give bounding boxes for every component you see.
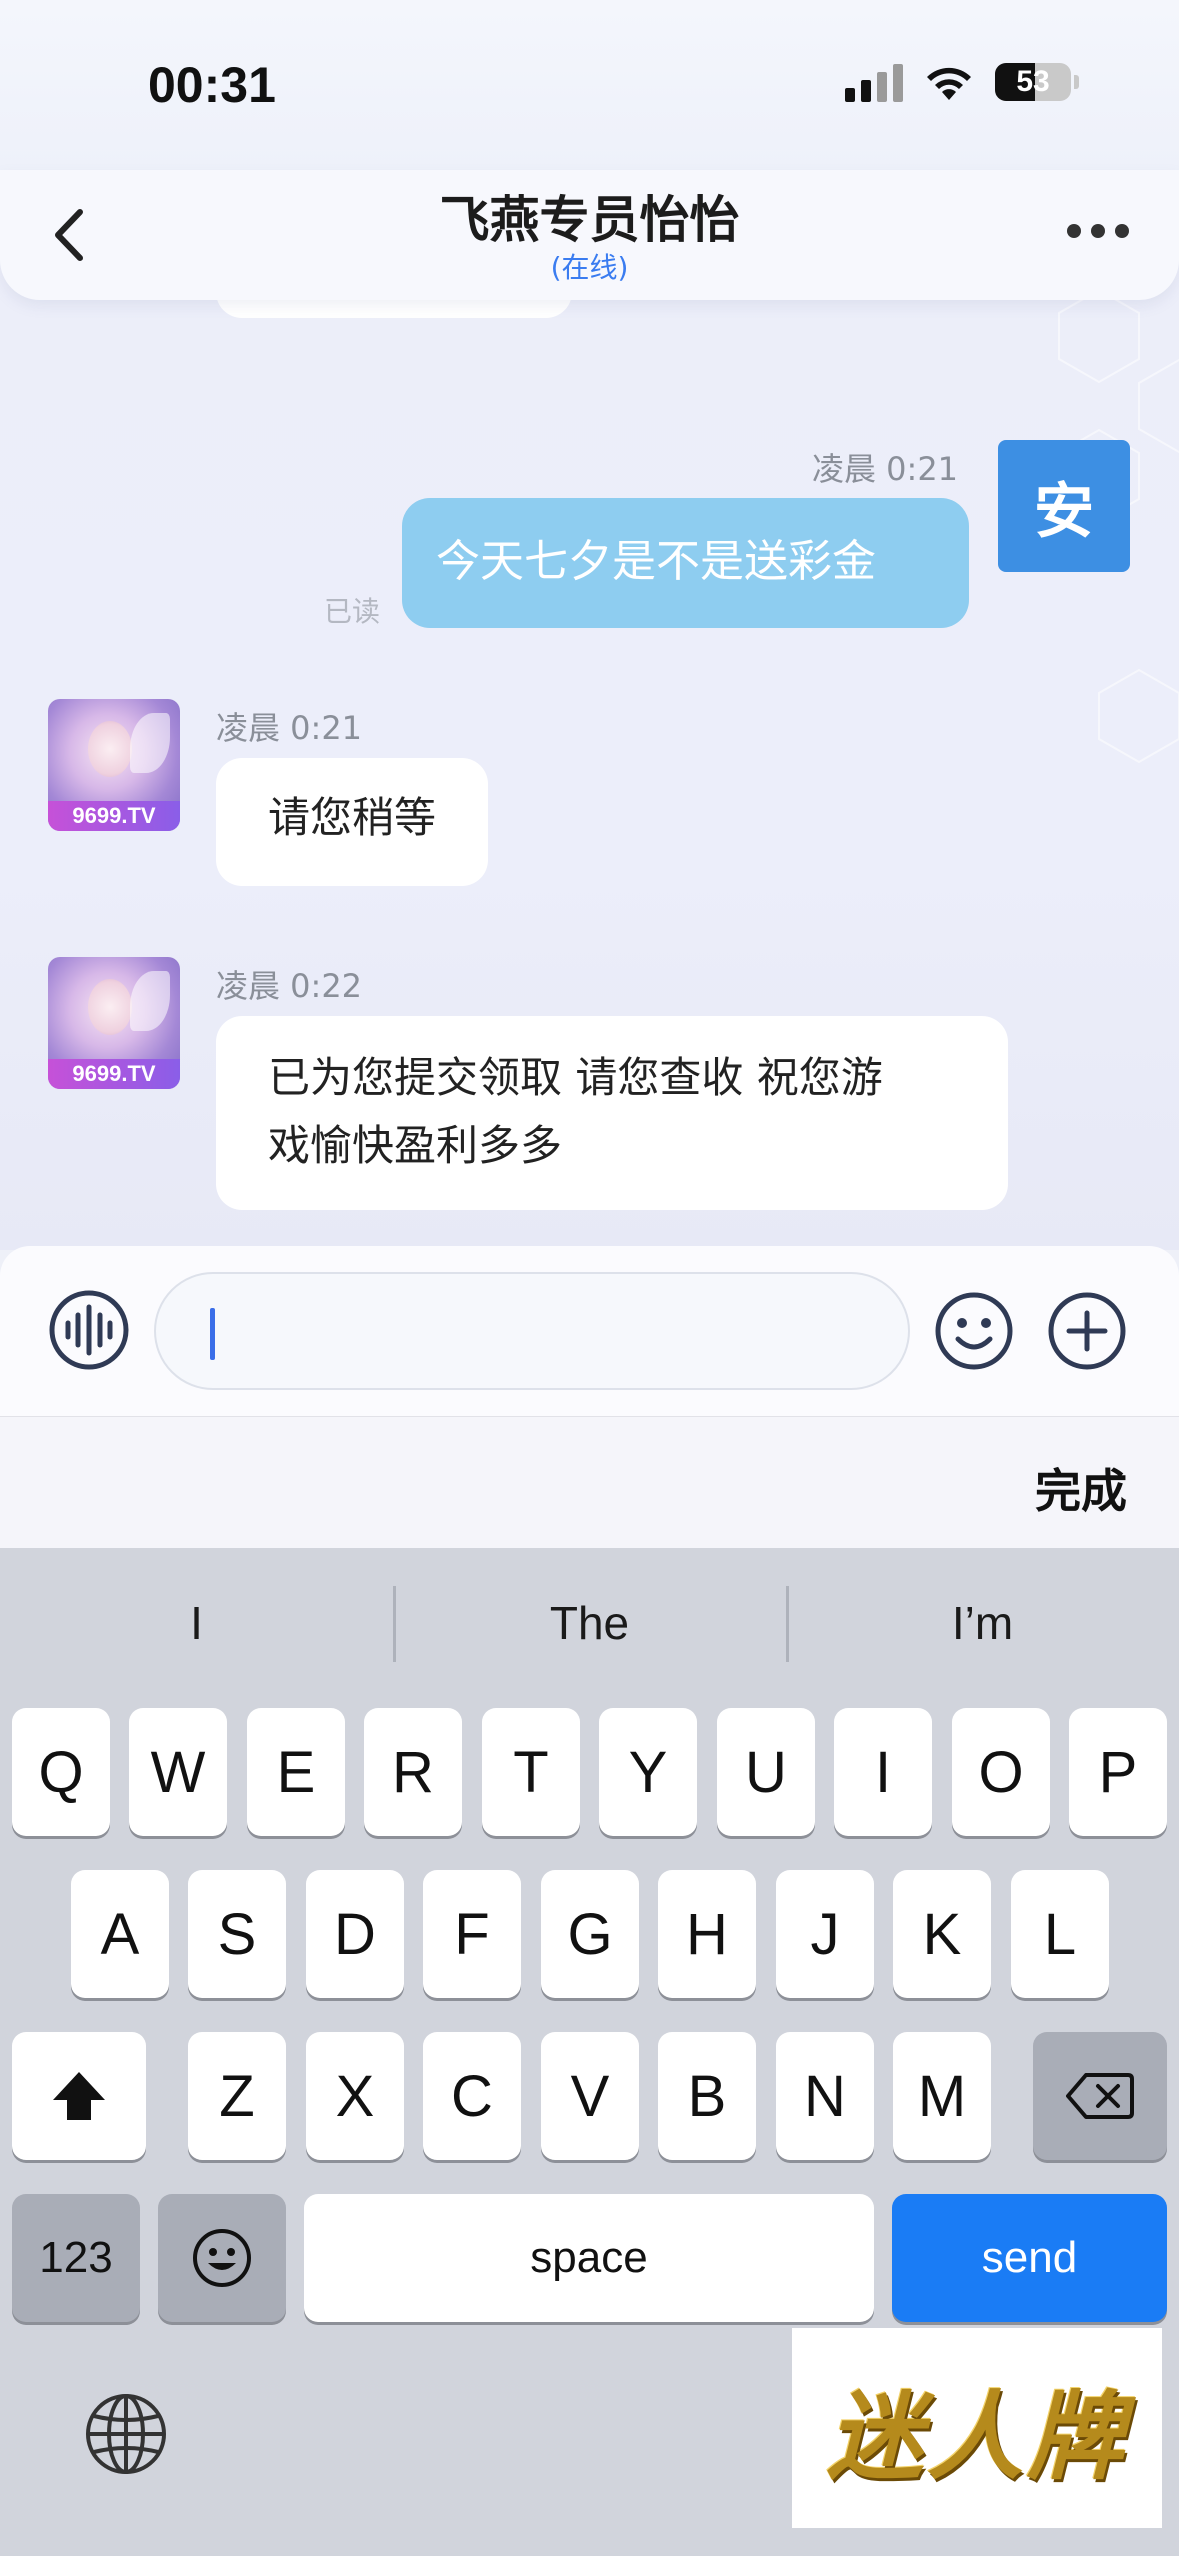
more-options-button[interactable]	[1057, 214, 1139, 248]
keyboard-accessory-bar: 完成	[0, 1416, 1179, 1548]
delete-key[interactable]	[1033, 2032, 1167, 2160]
key[interactable]: B	[658, 2032, 756, 2160]
cellular-signal-icon	[845, 62, 903, 102]
key[interactable]: S	[188, 1870, 286, 1998]
self-avatar[interactable]: 安	[998, 440, 1130, 572]
read-status: 已读	[324, 595, 381, 628]
chat-title: 飞燕专员怡怡	[439, 191, 740, 249]
incoming-message-time: 凌晨 0:21	[216, 709, 363, 747]
battery-level: 53	[1016, 65, 1050, 98]
wifi-icon	[927, 67, 971, 100]
agent-avatar[interactable]: 9699.TV	[48, 699, 180, 831]
watermark-text: 迷人牌	[827, 2379, 1127, 2493]
key[interactable]: C	[423, 2032, 521, 2160]
key[interactable]: U	[717, 1708, 815, 1836]
key[interactable]: R	[364, 1708, 462, 1836]
dot-icon	[1091, 224, 1105, 238]
chat-header: 飞燕专员怡怡 (在线)	[0, 170, 1179, 300]
message-input-bar	[0, 1246, 1179, 1416]
key[interactable]: G	[541, 1870, 639, 1998]
numbers-key[interactable]: 123	[12, 2194, 140, 2322]
suggestion-item[interactable]: The	[393, 1548, 786, 1698]
battery-tip	[1074, 75, 1079, 89]
battery-icon: 53	[995, 63, 1071, 101]
key[interactable]: V	[541, 2032, 639, 2160]
key[interactable]: H	[658, 1870, 756, 1998]
online-status: (在线)	[550, 251, 629, 284]
avatar-badge: 9699.TV	[48, 1059, 180, 1089]
add-attachment-icon[interactable]	[1047, 1291, 1127, 1371]
emoji-icon[interactable]	[934, 1291, 1014, 1371]
key[interactable]: L	[1011, 1870, 1109, 1998]
status-time: 00:31	[148, 57, 276, 113]
message-input[interactable]	[154, 1272, 910, 1390]
watermark-logo: 迷人牌	[792, 2328, 1162, 2528]
message-line: 戏愉快盈利多多	[268, 1121, 563, 1170]
suggestion-item[interactable]: I’m	[786, 1548, 1179, 1698]
suggestion-item[interactable]: I	[0, 1548, 393, 1698]
key[interactable]: F	[423, 1870, 521, 1998]
done-button[interactable]: 完成	[1035, 1455, 1127, 1521]
key[interactable]: D	[306, 1870, 404, 1998]
key[interactable]: I	[834, 1708, 932, 1836]
key[interactable]: Z	[188, 2032, 286, 2160]
key[interactable]: M	[893, 2032, 991, 2160]
outgoing-message-time: 凌晨 0:21	[812, 450, 959, 488]
key[interactable]: Q	[12, 1708, 110, 1836]
shift-icon	[53, 2072, 105, 2120]
incoming-message-time: 凌晨 0:22	[216, 967, 363, 1005]
key[interactable]: W	[129, 1708, 227, 1836]
voice-input-icon[interactable]	[48, 1289, 130, 1371]
backspace-icon	[1066, 2073, 1134, 2119]
key[interactable]: A	[71, 1870, 169, 1998]
send-key[interactable]: send	[892, 2194, 1167, 2322]
key[interactable]: T	[482, 1708, 580, 1836]
space-key[interactable]: space	[304, 2194, 874, 2322]
incoming-message-bubble[interactable]: 已为您提交领取 请您查收 祝您游 戏愉快盈利多多	[216, 1016, 1008, 1210]
key[interactable]: J	[776, 1870, 874, 1998]
emoji-key[interactable]	[158, 2194, 286, 2322]
key[interactable]: K	[893, 1870, 991, 1998]
chat-area[interactable]: 9699.TV 哥，您客气了 凌晨 0:21 今天七夕是不是送彩金 已读 安 9…	[0, 250, 1179, 1250]
globe-icon[interactable]	[84, 2392, 168, 2476]
status-icons: 53	[845, 62, 1079, 102]
key[interactable]: X	[306, 2032, 404, 2160]
emoji-icon	[193, 2229, 251, 2287]
key[interactable]: O	[952, 1708, 1050, 1836]
dot-icon	[1115, 224, 1129, 238]
key[interactable]: Y	[599, 1708, 697, 1836]
avatar-badge: 9699.TV	[48, 801, 180, 831]
incoming-message-bubble[interactable]: 请您稍等	[216, 758, 489, 886]
key[interactable]: P	[1069, 1708, 1167, 1836]
shift-key[interactable]	[12, 2032, 146, 2160]
outgoing-message-bubble[interactable]: 今天七夕是不是送彩金	[402, 498, 969, 628]
text-caret	[210, 1308, 215, 1360]
dot-icon	[1067, 224, 1081, 238]
agent-avatar[interactable]: 9699.TV	[48, 957, 180, 1089]
suggestion-bar: I The I’m	[0, 1548, 1179, 1698]
message-line: 已为您提交领取 请您查收 祝您游	[268, 1053, 883, 1102]
status-bar: 00:31 53	[0, 0, 1179, 170]
key[interactable]: E	[247, 1708, 345, 1836]
key[interactable]: N	[776, 2032, 874, 2160]
